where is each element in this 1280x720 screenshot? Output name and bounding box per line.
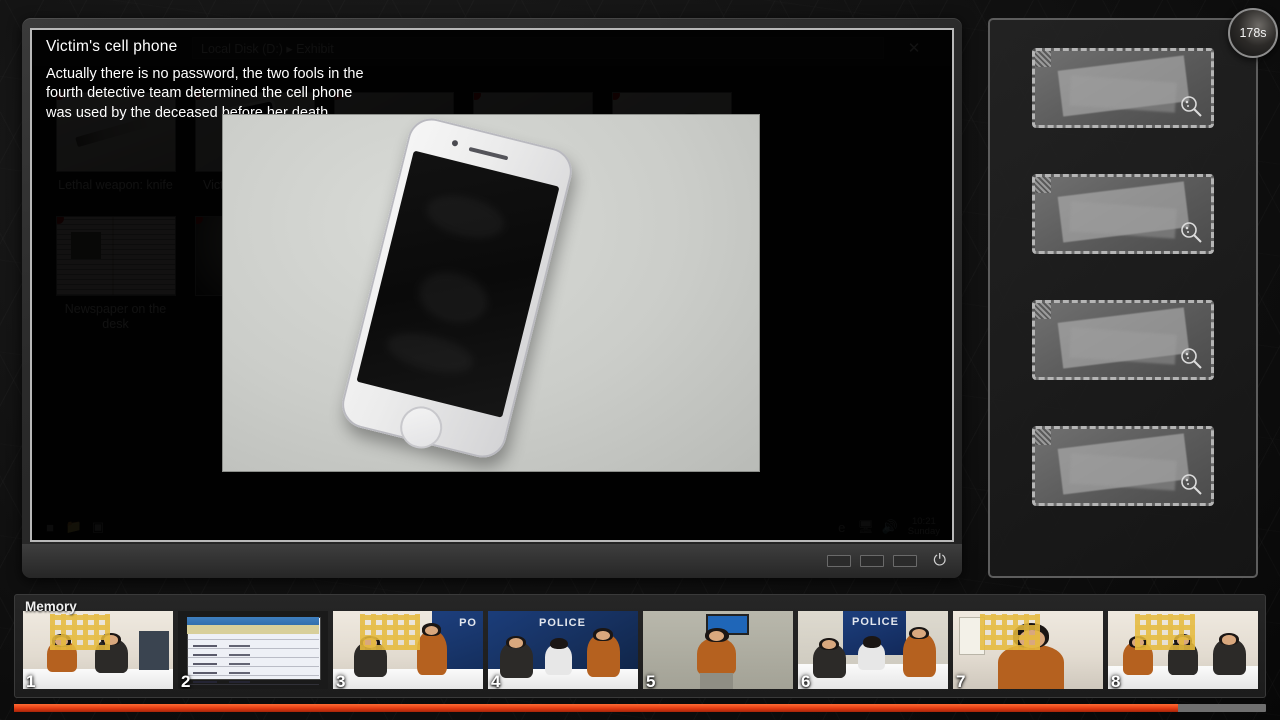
- memory-thumbnail[interactable]: POLICE 4: [488, 611, 638, 689]
- monitor-bezel-controls: ⏻: [22, 544, 962, 578]
- magnifier-icon[interactable]: [1179, 472, 1203, 496]
- progress-bar-track: [14, 704, 1266, 712]
- corner-fold-icon: [1033, 175, 1051, 193]
- scene-image: POLICE: [798, 611, 948, 689]
- memory-bar: Memory 1: [14, 594, 1266, 698]
- computer-screen[interactable]: Local Disk (D:) ▸ Exhibit ✕ Lethal weapo…: [30, 28, 954, 542]
- evidence-title: Victim's cell phone: [46, 38, 366, 56]
- memory-thumbnail[interactable]: 5: [643, 611, 793, 689]
- memory-number: 3: [336, 672, 345, 689]
- timer-badge[interactable]: 178s: [1228, 8, 1278, 58]
- phone-camera-icon: [451, 140, 458, 147]
- scene-image: [643, 611, 793, 689]
- scene-image: PO: [333, 611, 483, 689]
- memory-thumbnail[interactable]: PO 3: [333, 611, 483, 689]
- phone-speaker-icon: [469, 147, 509, 161]
- scene-image: [178, 611, 328, 689]
- evidence-slot-4[interactable]: [1032, 426, 1214, 506]
- memory-thumbnail[interactable]: 8: [1108, 611, 1258, 689]
- evidence-slot-3[interactable]: [1032, 300, 1214, 380]
- monitor-settings-button[interactable]: [893, 555, 917, 567]
- game-screen: Local Disk (D:) ▸ Exhibit ✕ Lethal weapo…: [0, 0, 1280, 720]
- magnifier-icon[interactable]: [1179, 220, 1203, 244]
- corner-fold-icon: [1033, 301, 1051, 319]
- evidence-slot-2[interactable]: [1032, 174, 1214, 254]
- memory-number: 4: [491, 672, 500, 689]
- evidence-message: Victim's cell phone Actually there is no…: [46, 38, 366, 123]
- memory-thumbnail[interactable]: 7: [953, 611, 1103, 689]
- evidence-slot-1[interactable]: [1032, 48, 1214, 128]
- memory-thumbnail-strip: 1 2 PO: [23, 611, 1258, 689]
- corner-fold-icon: [1033, 427, 1051, 445]
- monitor-source-button[interactable]: [860, 555, 884, 567]
- memory-number: 5: [646, 672, 655, 689]
- memory-thumbnail[interactable]: POLICE 6: [798, 611, 948, 689]
- progress-bar-fill: [14, 704, 1178, 712]
- evidence-photo[interactable]: [222, 114, 760, 472]
- memory-thumbnail[interactable]: 2: [178, 611, 328, 689]
- scene-image: POLICE: [488, 611, 638, 689]
- memory-thumbnail[interactable]: 1: [23, 611, 173, 689]
- magnifier-icon[interactable]: [1179, 94, 1203, 118]
- monitor-menu-button[interactable]: [827, 555, 851, 567]
- phone-home-button: [396, 402, 447, 453]
- memory-number: 1: [26, 672, 35, 689]
- magnifier-icon[interactable]: [1179, 346, 1203, 370]
- memory-label: Memory: [25, 599, 77, 614]
- corner-fold-icon: [1033, 49, 1051, 67]
- memory-number: 2: [181, 672, 190, 689]
- memory-number: 6: [801, 672, 810, 689]
- power-icon[interactable]: ⏻: [933, 553, 946, 569]
- scene-image: [23, 611, 173, 689]
- evidence-sidebar: [988, 18, 1258, 578]
- scene-image: [953, 611, 1103, 689]
- scene-image: [1108, 611, 1258, 689]
- memory-number: 7: [956, 672, 965, 689]
- cellphone-photo-object: [337, 114, 577, 463]
- photo-background: [223, 115, 759, 471]
- phone-screen: [356, 151, 559, 418]
- timer-value: 178s: [1239, 26, 1266, 40]
- memory-number: 8: [1111, 672, 1120, 689]
